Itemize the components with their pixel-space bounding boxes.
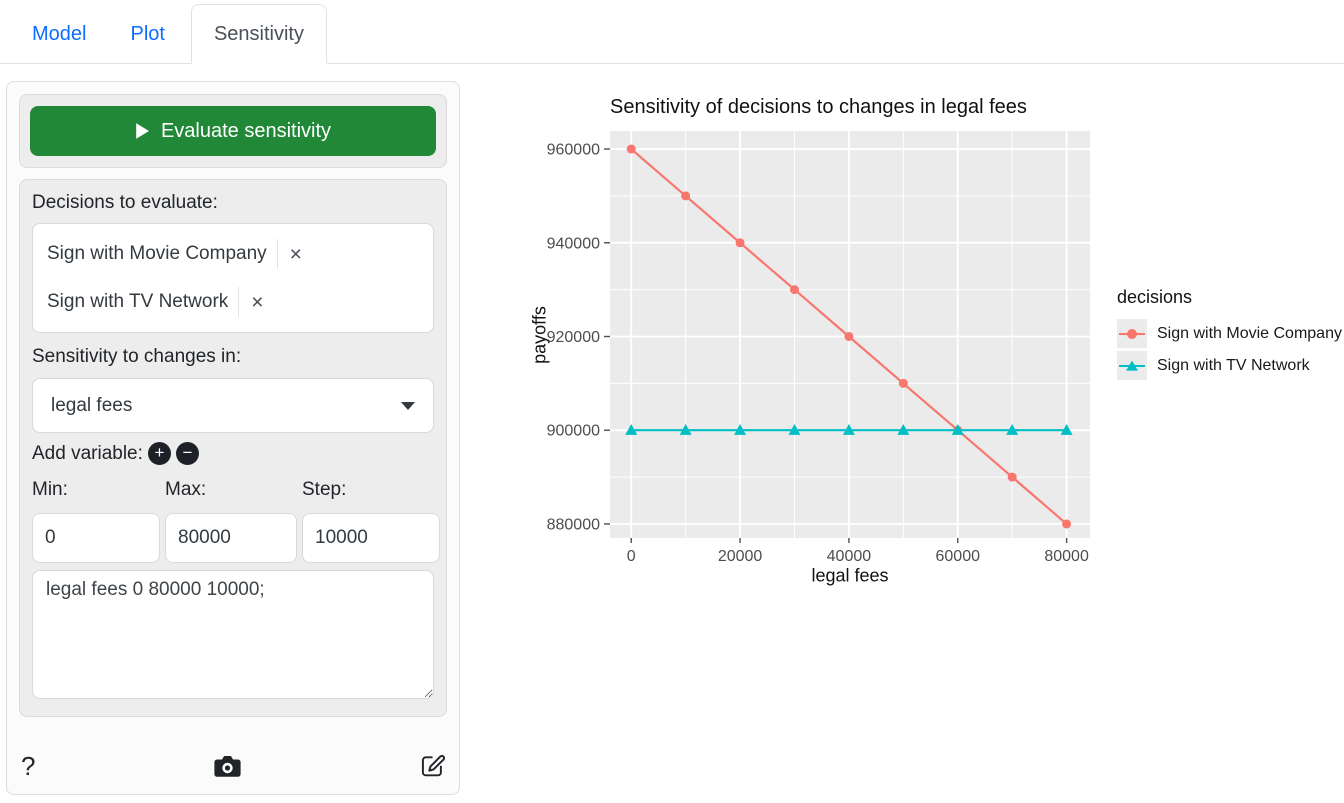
svg-text:960000: 960000 bbox=[547, 142, 600, 159]
svg-text:880000: 880000 bbox=[547, 516, 600, 533]
evaluate-sensitivity-label: Evaluate sensitivity bbox=[161, 120, 331, 143]
variable-select-value: legal fees bbox=[51, 395, 132, 417]
legend-title: decisions bbox=[1117, 287, 1342, 308]
max-input[interactable] bbox=[165, 513, 297, 563]
svg-text:60000: 60000 bbox=[936, 548, 981, 565]
legend-label: Sign with Movie Company bbox=[1157, 325, 1342, 343]
evaluate-sensitivity-button[interactable]: Evaluate sensitivity bbox=[30, 106, 436, 156]
sensitivity-sidebar: Evaluate sensitivity Decisions to evalua… bbox=[6, 81, 460, 795]
svg-text:80000: 80000 bbox=[1044, 548, 1089, 565]
legend-label: Sign with TV Network bbox=[1157, 357, 1310, 375]
tab-model[interactable]: Model bbox=[14, 4, 104, 64]
svg-text:40000: 40000 bbox=[827, 548, 872, 565]
sensitivity-chart: Sensitivity of decisions to changes in l… bbox=[520, 90, 1344, 610]
tab-plot[interactable]: Plot bbox=[112, 4, 182, 64]
sidebar-footer: ? bbox=[7, 738, 459, 794]
decisions-to-evaluate-label: Decisions to evaluate: bbox=[32, 192, 434, 214]
decision-tag-tv-network: Sign with TV Network × bbox=[47, 278, 419, 326]
remove-decision-icon[interactable]: × bbox=[290, 244, 302, 265]
min-input[interactable] bbox=[32, 513, 160, 563]
decision-tag-label: Sign with Movie Company bbox=[47, 243, 267, 265]
legend-item-tv-network: Sign with TV Network bbox=[1117, 351, 1342, 380]
svg-text:900000: 900000 bbox=[547, 423, 600, 440]
svg-text:940000: 940000 bbox=[547, 235, 600, 252]
step-label: Step: bbox=[302, 479, 346, 501]
legend-key-triangle bbox=[1117, 351, 1147, 380]
min-max-step-inputs bbox=[32, 513, 434, 563]
chart-legend: decisions Sign with Movie Company Sign w… bbox=[1117, 287, 1342, 383]
add-variable-row: Add variable: + − bbox=[32, 442, 434, 465]
decisions-list: Sign with Movie Company × Sign with TV N… bbox=[32, 223, 434, 333]
play-icon bbox=[135, 122, 150, 140]
tag-divider bbox=[238, 287, 239, 317]
legend-key-circle bbox=[1117, 319, 1147, 348]
edit-icon bbox=[419, 753, 445, 779]
remove-decision-icon[interactable]: × bbox=[251, 292, 263, 313]
camera-icon bbox=[214, 755, 241, 778]
max-label: Max: bbox=[165, 479, 302, 501]
svg-text:0: 0 bbox=[627, 548, 636, 565]
help-icon[interactable]: ? bbox=[21, 751, 35, 782]
tab-sensitivity[interactable]: Sensitivity bbox=[191, 4, 327, 64]
decision-tag-movie-company: Sign with Movie Company × bbox=[47, 230, 419, 278]
sensitivity-to-changes-label: Sensitivity to changes in: bbox=[32, 346, 434, 368]
min-max-step-labels: Min: Max: Step: bbox=[32, 479, 434, 501]
evaluate-card: Evaluate sensitivity bbox=[19, 94, 447, 168]
tab-bar: Model Plot Sensitivity bbox=[0, 0, 1344, 64]
svg-text:20000: 20000 bbox=[718, 548, 763, 565]
edit-button[interactable] bbox=[419, 753, 445, 779]
svg-text:920000: 920000 bbox=[547, 329, 600, 346]
min-label: Min: bbox=[32, 479, 165, 501]
sensitivity-form-card: Decisions to evaluate: Sign with Movie C… bbox=[19, 179, 447, 717]
remove-variable-button[interactable]: − bbox=[176, 442, 199, 465]
sensitivity-script-textarea[interactable]: legal fees 0 80000 10000; bbox=[32, 570, 434, 699]
chevron-down-icon bbox=[401, 402, 415, 410]
camera-button[interactable] bbox=[214, 755, 241, 778]
add-variable-label: Add variable: bbox=[32, 443, 143, 465]
decision-tag-label: Sign with TV Network bbox=[47, 291, 228, 313]
step-input[interactable] bbox=[302, 513, 440, 563]
tag-divider bbox=[277, 239, 278, 269]
legend-item-movie-company: Sign with Movie Company bbox=[1117, 319, 1342, 348]
add-variable-button[interactable]: + bbox=[148, 442, 171, 465]
variable-select[interactable]: legal fees bbox=[32, 378, 434, 433]
